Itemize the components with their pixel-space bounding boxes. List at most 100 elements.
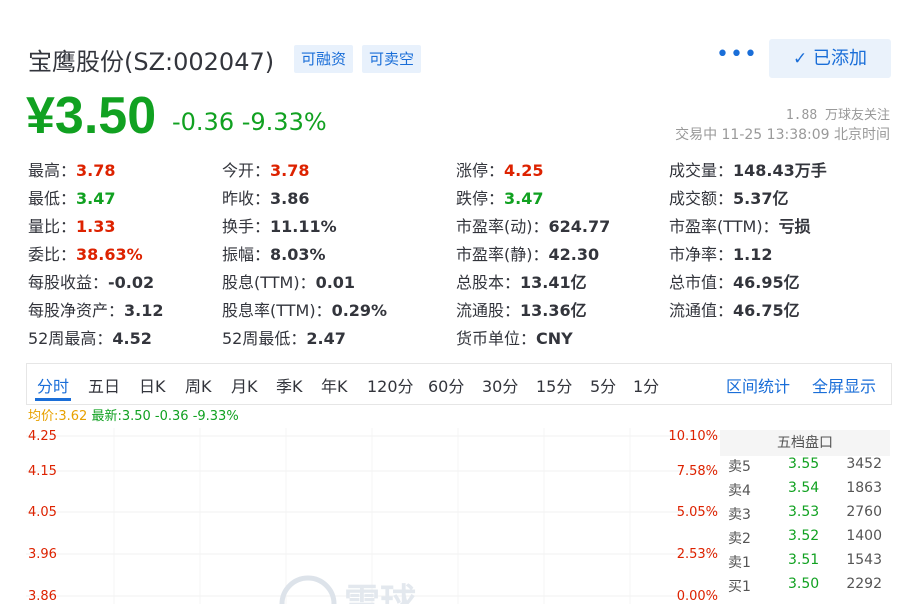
- orderbook-price: 3.51: [788, 552, 820, 568]
- y-left-tick: 4.15: [28, 464, 57, 479]
- added-button[interactable]: ✓ 已添加: [769, 39, 891, 78]
- trading-status: 交易中 11-25 13:38:09 北京时间: [675, 127, 890, 143]
- quote-label: 昨收：: [222, 189, 271, 208]
- change-value: -0.36: [172, 108, 235, 136]
- quote-item: 流通值：46.75亿: [669, 297, 800, 321]
- quote-value: 4.25: [504, 161, 544, 180]
- quote-item: 52周最高：4.52: [28, 325, 152, 349]
- orderbook-volume: 1543: [846, 552, 882, 568]
- tab-0[interactable]: 分时: [37, 373, 69, 397]
- fullscreen-link[interactable]: 全屏显示: [812, 373, 876, 397]
- quote-label: 52周最低：: [222, 329, 307, 348]
- orderbook-row: 卖2 3.52 1400: [720, 528, 890, 552]
- quote-value: 13.36亿: [520, 301, 587, 320]
- quote-value: 38.63%: [76, 245, 143, 264]
- orderbook-side: 卖3: [728, 507, 751, 523]
- quote-item: 最低：3.47: [28, 185, 116, 209]
- quote-value: 624.77: [548, 217, 611, 236]
- quote-label: 成交额：: [669, 189, 734, 208]
- quote-value: 3.12: [124, 301, 164, 320]
- intraday-chart[interactable]: 4.25 4.15 4.05 3.96 3.86 10.10% 7.58% 5.05% 2.53…: [26, 428, 722, 604]
- quote-label: 流通股：: [456, 301, 521, 320]
- quote-value: 3.47: [76, 189, 116, 208]
- orderbook-row: 卖4 3.54 1863: [720, 480, 890, 504]
- quote-item: 成交量：148.43万手: [669, 157, 827, 181]
- orderbook-volume: 3452: [846, 456, 882, 472]
- orderbook-side: 卖5: [728, 459, 751, 475]
- tab-8[interactable]: 60分: [428, 373, 464, 397]
- tab-4[interactable]: 月K: [231, 373, 258, 397]
- current-price: ¥3.50: [26, 87, 157, 145]
- quote-label: 最高：: [28, 161, 77, 180]
- quote-value: 46.75亿: [733, 301, 800, 320]
- avg-price-label: 均价:3.62: [28, 409, 88, 424]
- quote-value: 亏损: [778, 217, 811, 236]
- quote-item: 总市值：46.95亿: [669, 269, 800, 293]
- interval-stats-link[interactable]: 区间统计: [726, 373, 790, 397]
- latest-price-label: 最新:3.50 -0.36 -9.33%: [91, 409, 239, 424]
- tab-3[interactable]: 周K: [185, 373, 212, 397]
- price-change: -0.36 -9.33%: [172, 108, 327, 136]
- quote-value: 3.78: [270, 161, 310, 180]
- quote-value: 3.47: [504, 189, 544, 208]
- orderbook-row: 卖3 3.53 2760: [720, 504, 890, 528]
- chart-background: [26, 428, 722, 604]
- orderbook-volume: 1863: [846, 480, 882, 496]
- orderbook-volume: 2760: [846, 504, 882, 520]
- quote-item: 每股净资产：3.12: [28, 297, 164, 321]
- quote-label: 货币单位：: [456, 329, 537, 348]
- orderbook-side: 卖2: [728, 531, 751, 547]
- quote-label: 股息(TTM)：: [222, 273, 316, 292]
- quote-label: 今开：: [222, 161, 271, 180]
- check-icon: ✓: [793, 49, 808, 69]
- y-left-tick: 4.25: [28, 429, 57, 444]
- quote-label: 换手：: [222, 217, 271, 236]
- orderbook-price: 3.55: [788, 456, 820, 472]
- quote-value: 42.30: [548, 245, 600, 264]
- quote-item: 市盈率(TTM)：亏损: [669, 213, 811, 237]
- quote-item: 跌停：3.47: [456, 185, 544, 209]
- tab-5[interactable]: 季K: [276, 373, 303, 397]
- short-tag[interactable]: 可卖空: [362, 45, 422, 73]
- quote-label: 每股收益：: [28, 273, 109, 292]
- tab-10[interactable]: 15分: [536, 373, 572, 397]
- followers-count[interactable]: 1.88 万球友关注: [786, 104, 890, 123]
- quote-value: 0.29%: [331, 301, 388, 320]
- quote-item: 市净率：1.12: [669, 241, 773, 265]
- quote-label: 总市值：: [669, 273, 734, 292]
- margin-tag[interactable]: 可融资: [294, 45, 354, 73]
- tab-9[interactable]: 30分: [482, 373, 518, 397]
- tab-11[interactable]: 5分: [590, 373, 616, 397]
- tab-6[interactable]: 年K: [321, 373, 348, 397]
- tab-7[interactable]: 120分: [367, 373, 414, 397]
- quote-value: 1.33: [76, 217, 116, 236]
- quote-label: 委比：: [28, 245, 77, 264]
- y-left-tick: 4.05: [28, 505, 57, 520]
- quote-value: 1.12: [733, 245, 773, 264]
- y-right-tick: 7.58%: [677, 464, 718, 479]
- quote-item: 股息率(TTM)：0.29%: [222, 297, 387, 321]
- quote-item: 市盈率(静)：42.30: [456, 241, 599, 265]
- quote-value: 0.01: [315, 273, 356, 292]
- quote-item: 成交额：5.37亿: [669, 185, 789, 209]
- tab-2[interactable]: 日K: [139, 373, 166, 397]
- orderbook-price: 3.53: [788, 504, 820, 520]
- quote-value: 13.41亿: [520, 273, 587, 292]
- quote-label: 市净率：: [669, 245, 734, 264]
- quote-label: 最低：: [28, 189, 77, 208]
- orderbook-row: 卖1 3.51 1543: [720, 552, 890, 576]
- orderbook-volume: 1400: [846, 528, 882, 544]
- quote-label: 流通值：: [669, 301, 734, 320]
- more-options-icon[interactable]: •••: [716, 42, 758, 67]
- chart-info: 均价:3.62 最新:3.50 -0.36 -9.33%: [28, 405, 239, 424]
- quote-value: 2.47: [306, 329, 346, 348]
- quote-item: 涨停：4.25: [456, 157, 544, 181]
- tab-12[interactable]: 1分: [633, 373, 659, 397]
- y-right-tick: 2.53%: [677, 547, 718, 562]
- quote-label: 涨停：: [456, 161, 505, 180]
- quote-value: 5.37亿: [733, 189, 789, 208]
- orderbook-price: 3.54: [788, 480, 820, 496]
- orderbook-row: 买1 3.50 2292: [720, 576, 890, 600]
- quote-item: 委比：38.63%: [28, 241, 143, 265]
- tab-1[interactable]: 五日: [88, 373, 120, 397]
